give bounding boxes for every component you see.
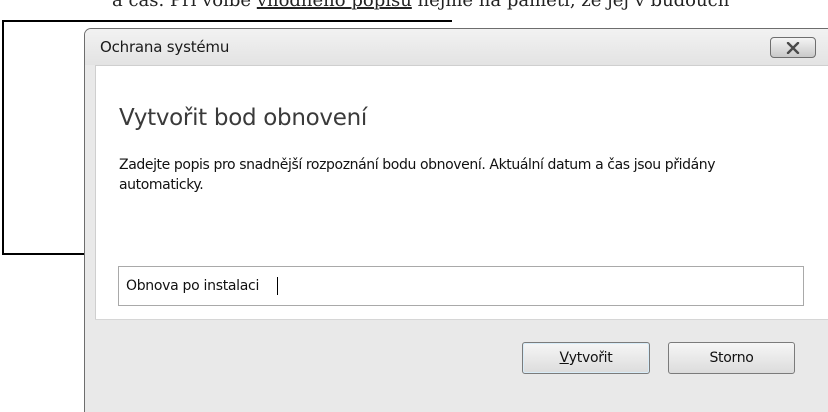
system-protection-dialog: Ochrana systému Vytvořit bod obnovení Za… [84, 28, 828, 412]
callout-line-top [2, 20, 452, 22]
create-button[interactable]: Vytvořit [522, 342, 650, 374]
title-bar[interactable]: Ochrana systému [85, 29, 828, 65]
book-text-underlined: vhodného popisu [256, 0, 412, 11]
dialog-content: Vytvořit bod obnovení Zadejte popis pro … [95, 65, 828, 320]
screenshot-stage: a čas. Při volbě vhodného popisu nejme n… [0, 0, 828, 412]
cancel-button[interactable]: Storno [668, 342, 795, 374]
close-button[interactable] [770, 37, 816, 58]
close-icon [786, 41, 800, 54]
window-title: Ochrana systému [100, 38, 230, 56]
dialog-heading: Vytvořit bod obnovení [119, 105, 367, 131]
book-text-after: nejme na paměti, že jej v budoucn [411, 0, 730, 11]
text-caret [277, 277, 278, 295]
create-button-label: ytvořit [568, 350, 613, 366]
dialog-description: Zadejte popis pro snadnější rozpoznání b… [119, 157, 716, 193]
create-button-accelerator: V [559, 350, 570, 366]
callout-line-vertical [2, 20, 4, 255]
restore-point-description-input[interactable] [118, 266, 804, 306]
book-text-line: a čas. Při volbě vhodného popisu nejme n… [112, 0, 828, 12]
footer-divider [95, 319, 828, 320]
book-text-before: a čas. Při volbě [112, 0, 257, 11]
